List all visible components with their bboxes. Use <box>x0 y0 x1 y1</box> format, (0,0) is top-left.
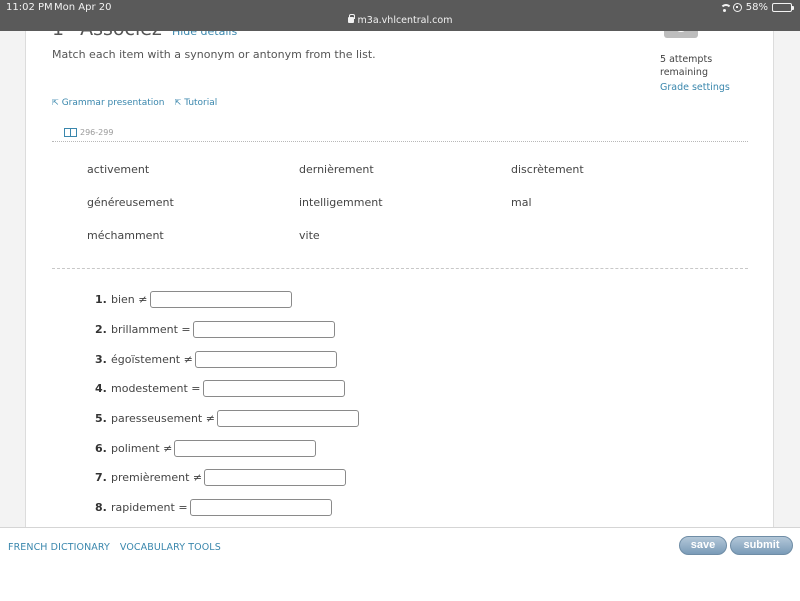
tutorial-label: Tutorial <box>184 98 218 108</box>
answer-input-1[interactable] <box>149 291 292 309</box>
grammar-presentation-link[interactable]: ⇱ Grammar presentation <box>52 98 164 108</box>
instructions: Match each item with a synonym or antony… <box>52 48 376 61</box>
page-range: 296-299 <box>80 128 114 137</box>
word-bank-item: vite <box>299 229 320 242</box>
question-item: 5. paresseusement ≠ <box>95 404 359 434</box>
french-dictionary-link[interactable]: FRENCH DICTIONARY <box>8 542 110 553</box>
question-prompt: rapidement = <box>111 501 188 515</box>
question-item: 6. poliment ≠ <box>95 433 359 463</box>
question-item: 2. brillamment = <box>95 315 359 345</box>
lock-icon <box>347 14 355 23</box>
word-bank: activement dernièrement discrètement gén… <box>87 162 747 244</box>
word-bank-item: mal <box>511 196 532 209</box>
answer-input-4[interactable] <box>202 380 345 398</box>
question-list: 1. bien ≠ 2. brillamment = 3. égoïstement ≠… <box>95 285 359 523</box>
textbook-pages[interactable]: 296-299 <box>64 128 113 137</box>
battery-percent: 58% <box>745 2 768 13</box>
question-prompt: modestement = <box>111 382 201 396</box>
question-prompt: premièrement ≠ <box>111 471 203 485</box>
left-gutter <box>0 0 26 527</box>
divider <box>52 268 748 269</box>
external-arrow-icon: ⇱ <box>52 98 59 107</box>
question-item: 7. premièrement ≠ <box>95 463 359 493</box>
wifi-icon <box>719 3 732 12</box>
battery-icon <box>772 3 794 12</box>
answer-input-2[interactable] <box>192 321 335 339</box>
resource-links: ⇱ Grammar presentation ⇱ Tutorial <box>52 98 217 108</box>
question-item: 8. rapidement = <box>95 493 359 523</box>
question-item: 3. égoïstement ≠ <box>95 344 359 374</box>
tutorial-link[interactable]: ⇱ Tutorial <box>174 98 217 108</box>
rotation-lock-icon <box>732 3 742 12</box>
answer-input-6[interactable] <box>174 439 317 457</box>
url-text: m3a.vhlcentral.com <box>357 15 453 26</box>
word-bank-item: méchamment <box>87 229 164 242</box>
answer-input-8[interactable] <box>189 499 332 517</box>
question-number: 5. <box>95 412 107 426</box>
vocabulary-tools-link[interactable]: VOCABULARY TOOLS <box>120 542 221 553</box>
answer-input-5[interactable] <box>216 410 359 428</box>
footer: FRENCH DICTIONARY VOCABULARY TOOLS save … <box>0 527 800 601</box>
save-button[interactable]: save <box>679 536 727 555</box>
answer-input-7[interactable] <box>204 469 347 487</box>
question-prompt: brillamment = <box>111 323 191 337</box>
question-prompt: bien ≠ <box>111 293 148 307</box>
question-item: 4. modestement = <box>95 374 359 404</box>
grade-settings-link[interactable]: Grade settings <box>660 82 730 93</box>
status-indicators: 58% <box>719 2 794 13</box>
submit-button[interactable]: submit <box>730 536 793 555</box>
attempts-remaining: 5 attempts remaining <box>660 54 713 78</box>
question-number: 4. <box>95 382 107 396</box>
question-number: 2. <box>95 323 107 337</box>
question-prompt: paresseusement ≠ <box>111 412 215 426</box>
question-number: 1. <box>95 293 107 307</box>
grammar-presentation-label: Grammar presentation <box>61 98 165 108</box>
status-date: Mon Apr 20 <box>54 2 112 13</box>
book-icon <box>64 128 77 137</box>
question-number: 7. <box>95 471 107 485</box>
word-bank-item: dernièrement <box>299 163 374 176</box>
question-number: 8. <box>95 501 107 515</box>
question-number: 6. <box>95 441 107 455</box>
divider <box>52 141 748 142</box>
footer-links: FRENCH DICTIONARY VOCABULARY TOOLS <box>8 542 221 553</box>
external-arrow-icon: ⇱ <box>174 98 182 107</box>
question-number: 3. <box>95 352 107 366</box>
word-bank-item: généreusement <box>87 196 174 209</box>
status-time: 11:02 PM <box>6 2 53 13</box>
answer-input-3[interactable] <box>194 350 337 368</box>
word-bank-item: activement <box>87 163 150 176</box>
question-item: 1. bien ≠ <box>95 285 359 315</box>
question-prompt: égoïstement ≠ <box>111 352 193 366</box>
word-bank-item: discrètement <box>511 163 584 176</box>
right-gutter <box>773 0 800 527</box>
word-bank-item: intelligemment <box>299 196 383 209</box>
ios-status-bar: 11:02 PM Mon Apr 20 m3a.vhlcentral.com 5… <box>0 0 800 31</box>
question-prompt: poliment ≠ <box>111 441 173 455</box>
address-bar[interactable]: m3a.vhlcentral.com <box>0 14 800 26</box>
